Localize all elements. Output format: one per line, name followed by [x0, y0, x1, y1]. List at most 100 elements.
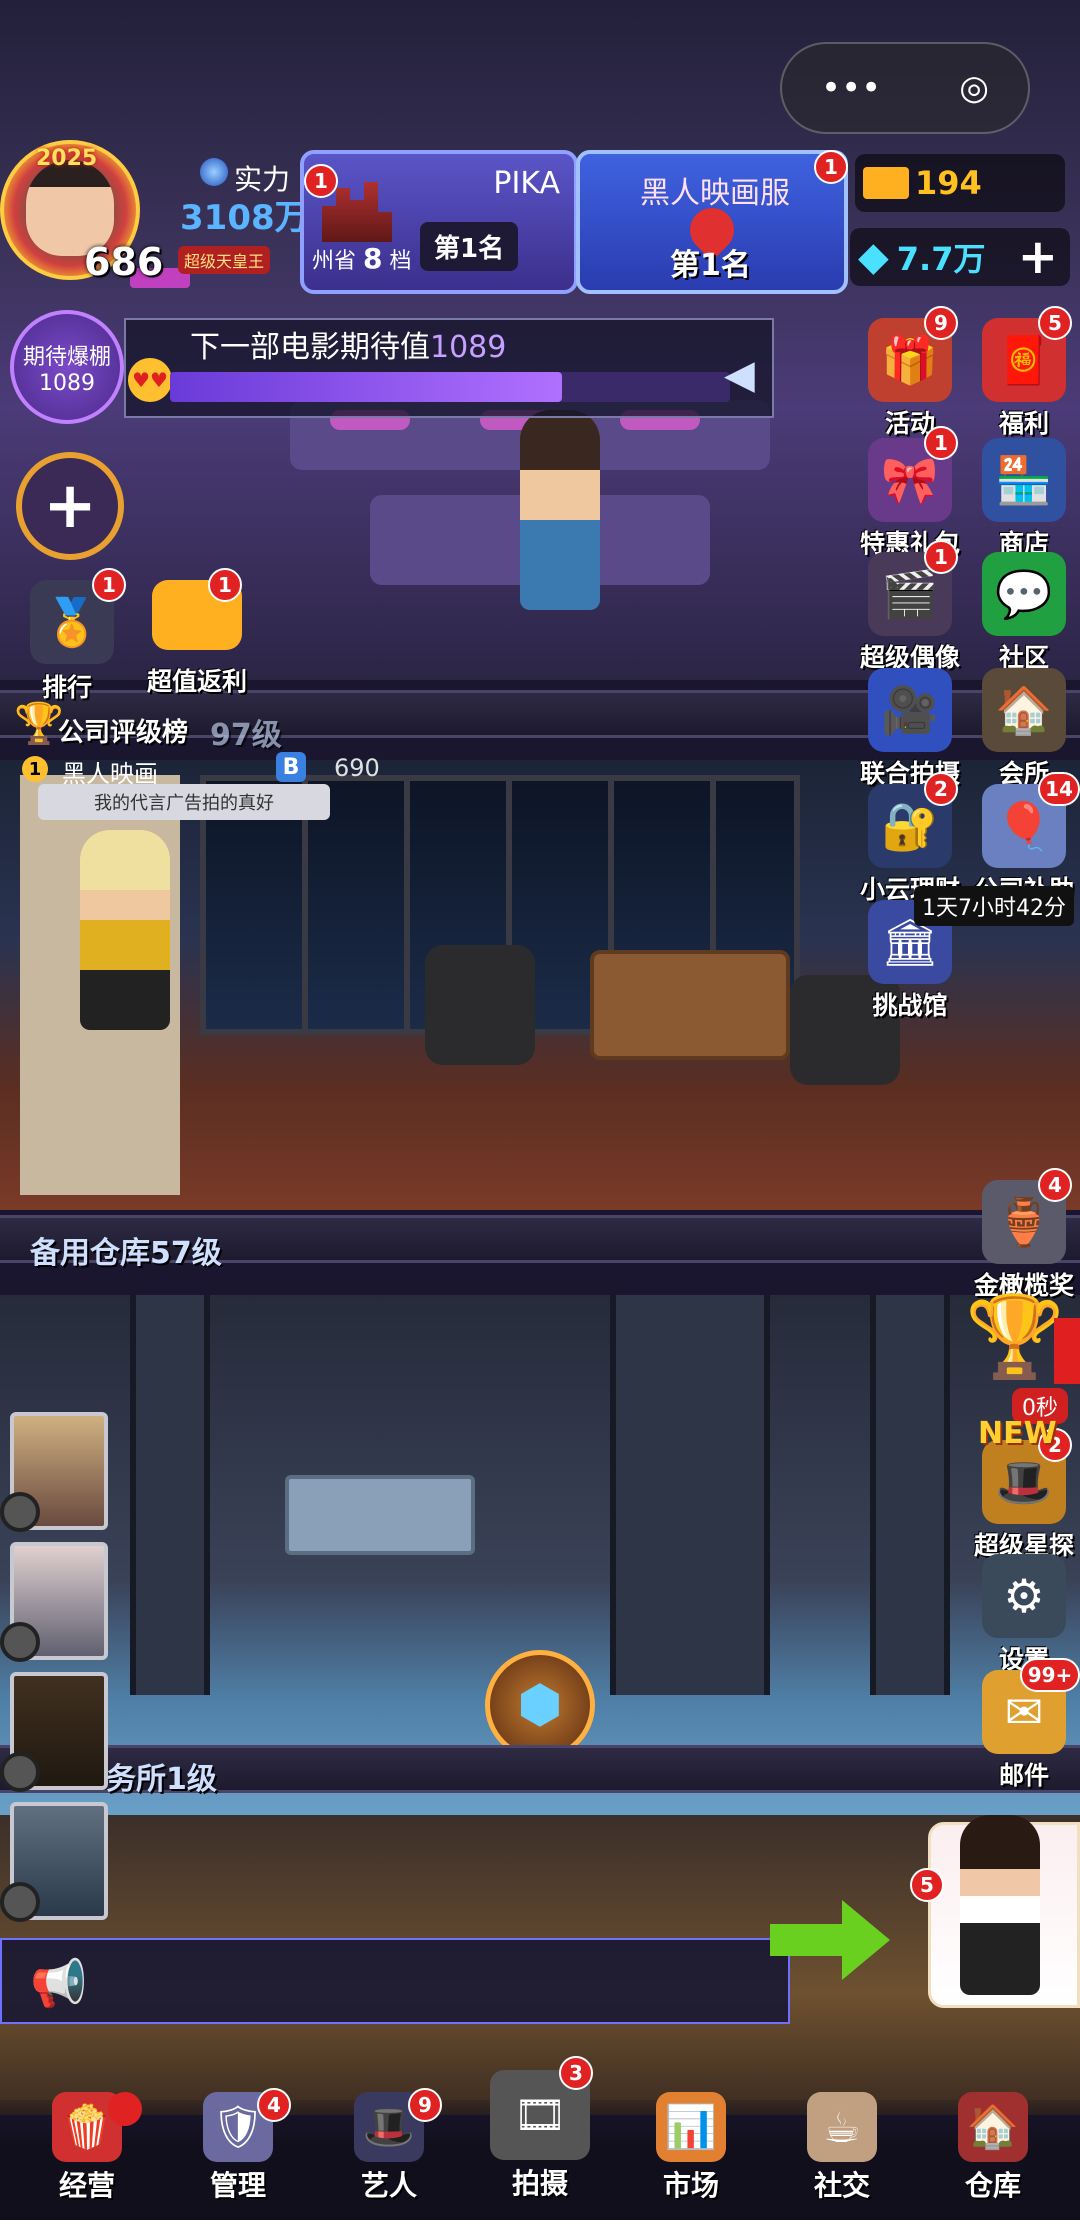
- expectation-text: 下一部电影期待值1089: [190, 322, 506, 366]
- nav-camera[interactable]: 🎞 拍摄: [465, 2070, 615, 2202]
- office-floor-partial: 97级: [210, 718, 282, 753]
- market-icon: 📊: [656, 2092, 726, 2162]
- golden-olive-badge: 4: [1038, 1168, 1072, 1202]
- power-orb-icon: [200, 158, 228, 186]
- blonde-character[interactable]: [80, 830, 170, 1030]
- player-level: 686: [84, 240, 164, 284]
- treasure-box[interactable]: ⬢: [485, 1650, 595, 1760]
- server-name: 黑人映画服: [640, 176, 790, 211]
- trophy-icon: 🏆: [14, 701, 64, 747]
- warehouse-icon: 🏠: [958, 2092, 1028, 2162]
- expectation-circle[interactable]: 期待爆棚 1089: [10, 310, 124, 424]
- activity-button[interactable]: 🎁 活动: [848, 318, 972, 440]
- super-idol-button[interactable]: 🎬 超级偶像: [848, 552, 972, 674]
- rebate-button[interactable]: 超值返利: [132, 580, 262, 698]
- welfare-badge: 5: [1038, 306, 1072, 340]
- yun-finance-badge: 2: [924, 772, 958, 806]
- new-tag: NEW: [978, 1416, 1057, 1451]
- rebate-badge: 1: [208, 568, 242, 602]
- region-rank-card[interactable]: PIKA 州省 8 档 第1名: [300, 150, 578, 294]
- gold-bar[interactable]: 194: [855, 154, 1065, 212]
- chat-broadcast-bar[interactable]: [0, 1938, 790, 2024]
- film-reel-icon: [0, 1492, 40, 1532]
- nav-label: 管理: [209, 2169, 266, 2202]
- film-reel-icon: [0, 1752, 40, 1792]
- welfare-label: 福利: [998, 409, 1049, 438]
- warehouse-shelf: [870, 1295, 950, 1695]
- more-icon[interactable]: •••: [821, 68, 881, 108]
- activity-badge: 9: [924, 306, 958, 340]
- region-tier: 州省 8 档: [312, 242, 412, 275]
- warehouse-floor-label: 备用仓库57级: [30, 1236, 222, 1271]
- nav-label: 市场: [662, 2169, 719, 2202]
- server-rank: 第1名: [670, 248, 751, 283]
- community-icon: 💬: [982, 552, 1066, 636]
- megaphone-icon[interactable]: 📢: [30, 1956, 87, 2011]
- rebate-label: 超值返利: [146, 667, 247, 696]
- shop-button[interactable]: 🏪 商店: [962, 438, 1080, 560]
- community-button[interactable]: 💬 社区: [962, 552, 1080, 674]
- nav-label: 经营: [58, 2169, 115, 2202]
- settings-icon: ⚙: [982, 1554, 1066, 1638]
- mail-label: 邮件: [998, 1761, 1049, 1790]
- joint-shoot-icon: 🎥: [868, 668, 952, 752]
- tier-value: 8: [363, 242, 383, 275]
- tier-unit: 档: [389, 249, 412, 274]
- nav-market[interactable]: 📊 市场: [616, 2092, 766, 2204]
- region-label: 州省: [312, 249, 357, 274]
- add-diamond-button[interactable]: +: [1018, 229, 1058, 285]
- speech-bubble: 我的代言广告拍的真好: [38, 784, 330, 820]
- nav-label: 社交: [813, 2169, 870, 2202]
- gold-ticket-icon: [863, 167, 909, 199]
- expectation-circle-value: 1089: [39, 370, 95, 396]
- nav-warehouse[interactable]: 🏠 仓库: [918, 2092, 1068, 2204]
- warehouse-table: [285, 1475, 475, 1555]
- collapse-arrow-icon[interactable]: ◀: [724, 352, 755, 398]
- warehouse-shelf: [130, 1295, 210, 1695]
- rank-badge: 1: [92, 568, 126, 602]
- agency-floor-label: 务所1级: [106, 1762, 217, 1797]
- plus-button[interactable]: +: [16, 452, 124, 560]
- expectation-circle-title: 期待爆棚: [22, 344, 111, 370]
- rank-label: 排行: [42, 673, 93, 702]
- red-side-tab[interactable]: [1054, 1318, 1080, 1384]
- girl-character[interactable]: [520, 410, 600, 610]
- special-pack-badge: 1: [924, 426, 958, 460]
- cube-icon: ⬢: [517, 1675, 563, 1735]
- gold-amount: 194: [915, 164, 982, 202]
- expectation-progress-fill: [170, 372, 562, 402]
- miniapp-capsule: ••• ◎: [780, 42, 1030, 134]
- office-desk: [590, 950, 790, 1060]
- close-icon[interactable]: ◎: [959, 68, 989, 108]
- year-tag: 2025: [36, 146, 98, 171]
- expectation-label: 下一部电影期待值: [190, 330, 430, 365]
- company-score: 690: [334, 754, 380, 782]
- assistant-character: [960, 1815, 1040, 1995]
- company-rank-title: 公司评级榜: [58, 718, 189, 748]
- film-reel-icon: [0, 1882, 40, 1922]
- nav-social[interactable]: ☕ 社交: [767, 2092, 917, 2204]
- region-rank: 第1名: [420, 222, 519, 271]
- company-aid-badge: 14: [1038, 772, 1080, 806]
- nav-red-dot: [108, 2092, 142, 2126]
- diamond-bar[interactable]: ◆ 7.7万 +: [850, 228, 1070, 286]
- region-card-badge: 1: [304, 164, 338, 198]
- social-icon: ☕: [807, 2092, 877, 2162]
- special-pack-button[interactable]: 🎀 特惠礼包: [848, 438, 972, 560]
- card-name: PIKA: [493, 166, 560, 201]
- nav-label: 艺人: [360, 2169, 417, 2202]
- title-badge: 超级天皇王: [178, 246, 271, 274]
- film-reel-icon: [0, 1622, 40, 1662]
- club-icon: 🏠: [982, 668, 1066, 752]
- rank-1-marker: 1: [22, 756, 48, 782]
- server-rank-card[interactable]: 黑人映画服 第1名: [576, 150, 848, 294]
- nav-label: 拍摄: [511, 2167, 568, 2200]
- expectation-value: 1089: [430, 330, 507, 365]
- joint-shoot-button[interactable]: 🎥 联合拍摄: [848, 668, 972, 790]
- nav-label: 仓库: [964, 2169, 1021, 2202]
- nav-badge: 9: [408, 2088, 442, 2122]
- heart-eyes-icon: ♥♥: [128, 358, 172, 402]
- office-chair: [425, 945, 535, 1065]
- super-idol-badge: 1: [924, 540, 958, 574]
- server-card-badge: 1: [814, 150, 848, 184]
